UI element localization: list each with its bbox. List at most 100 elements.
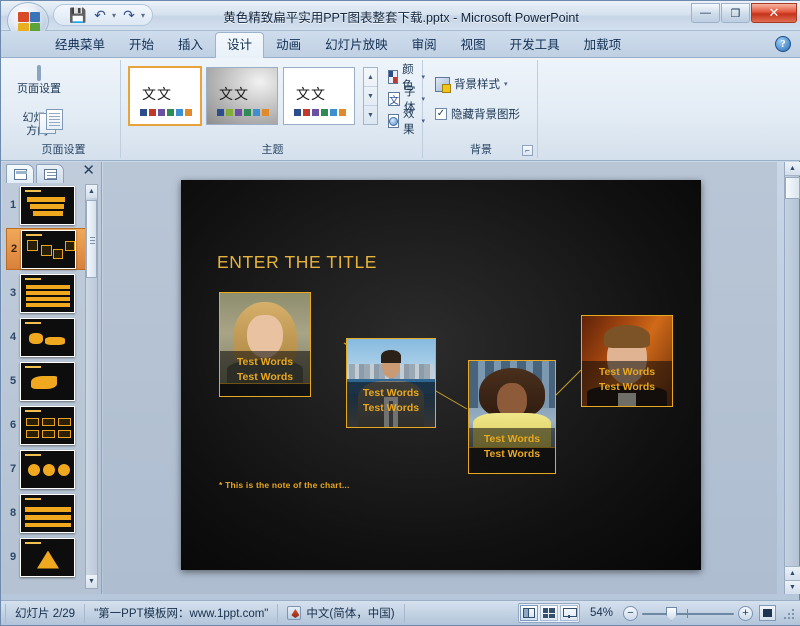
tab-animation[interactable]: 动画	[264, 32, 313, 58]
undo-dropdown-caret[interactable]: ▾	[112, 11, 117, 20]
hide-background-graphics-label: 隐藏背景图形	[451, 109, 520, 121]
node-caption-3-line2: Test Words	[483, 448, 541, 460]
zoom-slider[interactable]: − +	[623, 605, 753, 621]
normal-view-button[interactable]	[519, 605, 538, 621]
slide-canvas[interactable]: ENTER THE TITLE Test Words Test Words Te…	[181, 180, 701, 570]
group-label-page-setup: 页面设置	[41, 144, 86, 156]
slide-thumbnail-pane: ✕ 1 2 3 4 5 6 7 8 9 ▲ ▼	[2, 162, 102, 594]
tab-developer[interactable]: 开发工具	[498, 32, 572, 58]
slide-node-1[interactable]: Test Words Test Words	[219, 292, 311, 397]
slide-thumbnail-7[interactable]: 7	[6, 448, 86, 490]
slide-node-2[interactable]: Test Words Test Words	[346, 338, 436, 428]
slide-thumbnail-6[interactable]: 6	[6, 404, 86, 446]
page-setup-button[interactable]: 页面设置	[11, 63, 67, 96]
previous-slide-icon[interactable]: ▲	[785, 566, 800, 580]
close-pane-icon[interactable]: ✕	[82, 163, 95, 179]
undo-icon[interactable]: ↶	[90, 6, 110, 24]
checkbox-icon[interactable]: ✓	[435, 108, 447, 120]
slides-tab[interactable]	[6, 164, 34, 183]
theme-thumbnail-2[interactable]: 文文	[206, 67, 278, 125]
help-icon[interactable]: ?	[775, 36, 791, 52]
slide-orientation-button[interactable]: 幻灯片 方向▾	[11, 105, 67, 139]
zoom-out-button[interactable]: −	[623, 605, 638, 621]
slide-number-2: 2	[10, 243, 18, 255]
tab-view[interactable]: 视图	[449, 32, 498, 58]
slide-number-5: 5	[9, 375, 17, 387]
zoom-percent-label[interactable]: 54%	[580, 607, 623, 619]
slide-thumbnail-4[interactable]: 4	[6, 316, 86, 358]
theme-thumbnail-1[interactable]: 文文	[128, 66, 202, 126]
slide-pane-scrollbar[interactable]: ▲ ▼	[85, 184, 98, 589]
status-template-name[interactable]: "第一PPT模板网：www.1ppt.com"	[85, 603, 279, 623]
tab-review[interactable]: 审阅	[400, 32, 449, 58]
slide-pane-scroll-down-icon[interactable]: ▼	[86, 575, 97, 588]
theme-scroll-more-icon[interactable]: ▼	[364, 106, 377, 124]
node-caption-4-line2: Test Words	[598, 381, 656, 393]
slide-sorter-icon	[542, 608, 555, 618]
slide-thumbnail-9[interactable]: 9	[6, 536, 86, 578]
slide-thumbnail-3[interactable]: 3	[6, 272, 86, 314]
node-caption-4[interactable]: Test Words Test Words	[581, 361, 673, 407]
slide-thumbnail-1[interactable]: 1	[6, 184, 86, 226]
background-dialog-launcher[interactable]: ⌐	[522, 145, 533, 156]
node-caption-4-line1: Test Words	[598, 366, 656, 378]
fit-slide-to-window-button[interactable]	[759, 605, 776, 621]
scroll-up-icon[interactable]: ▲	[785, 162, 800, 176]
reading-view-button[interactable]	[559, 605, 578, 621]
save-icon[interactable]: 💾	[68, 6, 88, 24]
outline-tab[interactable]	[36, 164, 64, 183]
theme-scroll-up-icon[interactable]: ▲	[364, 68, 377, 87]
slide-sorter-button[interactable]	[539, 605, 558, 621]
customize-qat-caret[interactable]: ▾	[141, 11, 146, 20]
tab-insert[interactable]: 插入	[166, 32, 215, 58]
restore-button[interactable]: ❐	[721, 3, 750, 23]
background-styles-button[interactable]: 背景样式 ▾	[432, 73, 537, 95]
node-caption-1[interactable]: Test Words Test Words	[219, 351, 311, 397]
slide-number-9: 9	[9, 551, 17, 563]
group-label-theme: 主题	[261, 144, 284, 156]
node-caption-2[interactable]: Test Words Test Words	[346, 382, 436, 428]
status-slide-indicator[interactable]: 幻灯片 2/29	[5, 603, 86, 623]
slide-node-4[interactable]: Test Words Test Words	[581, 315, 673, 407]
slide-title[interactable]: ENTER THE TITLE	[217, 252, 377, 273]
zoom-in-button[interactable]: +	[738, 605, 753, 621]
node-caption-3[interactable]: Test Words Test Words	[468, 428, 556, 474]
slide-number-3: 3	[9, 287, 17, 299]
theme-effects-button[interactable]: 效果 ▾	[385, 108, 428, 136]
hide-background-graphics-checkbox[interactable]: ✓ 隐藏背景图形	[432, 103, 537, 125]
node-caption-1-line2: Test Words	[236, 371, 294, 383]
slide-thumbnail-8[interactable]: 8	[6, 492, 86, 534]
close-button[interactable]: ✕	[751, 3, 797, 23]
theme-scroll-down-icon[interactable]: ▼	[364, 87, 377, 106]
minimize-button[interactable]: —	[691, 3, 720, 23]
theme-colors-icon	[388, 70, 399, 84]
scroll-thumb[interactable]	[785, 177, 800, 199]
tab-classic-menu[interactable]: 经典菜单	[43, 32, 117, 58]
node-caption-3-line1: Test Words	[483, 433, 541, 445]
tab-addins[interactable]: 加载项	[572, 32, 634, 58]
status-right-cluster: 54% − +	[517, 603, 800, 623]
slide-pane-scroll-up-icon[interactable]: ▲	[86, 185, 97, 198]
theme-swatches-3	[294, 109, 346, 116]
zoom-slider-tick	[687, 608, 688, 618]
tab-slideshow[interactable]: 幻灯片放映	[313, 32, 400, 58]
tab-home[interactable]: 开始	[117, 32, 166, 58]
zoom-slider-track[interactable]	[642, 606, 734, 621]
slide-node-3[interactable]: Test Words Test Words	[468, 360, 556, 474]
zoom-slider-handle[interactable]	[666, 606, 677, 621]
tab-design[interactable]: 设计	[215, 32, 265, 58]
background-styles-caret-icon[interactable]: ▾	[504, 80, 508, 88]
slide-thumbnail-5[interactable]: 5	[6, 360, 86, 402]
theme-thumbnail-3[interactable]: 文文	[283, 67, 355, 125]
scroll-bottom-buttons: ▲ ▼	[785, 566, 800, 594]
theme-gallery-scrollbar[interactable]: ▲ ▼ ▼	[363, 67, 378, 125]
status-language[interactable]: 中文(简体，中国)	[278, 603, 405, 623]
slide-thumbnail-2[interactable]: 2	[6, 228, 86, 270]
slide-pane-scroll-thumb[interactable]	[86, 200, 97, 278]
workspace-vertical-scrollbar[interactable]: ▲ ▲ ▼	[784, 162, 800, 594]
ribbon-tabs: 经典菜单 开始 插入 设计 动画 幻灯片放映 审阅 视图 开发工具 加载项	[43, 31, 633, 58]
redo-icon[interactable]: ↷	[119, 6, 139, 24]
next-slide-icon[interactable]: ▼	[785, 580, 800, 594]
resize-grip[interactable]	[781, 606, 795, 620]
slide-note-text[interactable]: * This is the note of the chart...	[219, 480, 350, 490]
